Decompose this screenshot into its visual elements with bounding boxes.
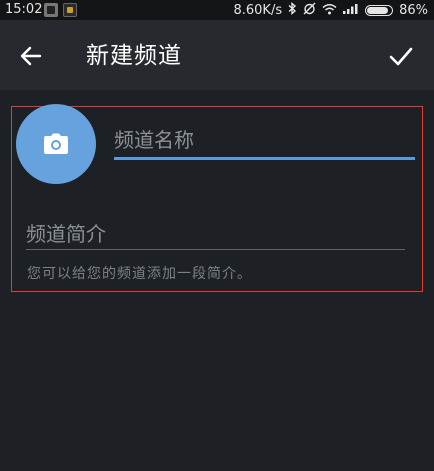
camera-icon [44,133,68,154]
battery-fill [367,6,389,14]
alarm-off-icon [303,2,316,18]
arrow-left-icon [20,46,42,66]
battery-percent: 86% [399,2,428,18]
channel-photo-button[interactable] [16,104,96,184]
channel-description-placeholder: 频道简介 [26,222,106,246]
status-indicators: 8.60K/s 86% [233,2,428,18]
signal-icon [343,3,359,17]
description-helper-text: 您可以给您的频道添加一段简介。 [27,266,252,282]
wifi-icon [322,3,337,18]
status-time: 15:02 [5,2,43,17]
channel-description-input[interactable]: 频道简介 [26,212,405,250]
network-speed: 8.60K/s [233,2,283,18]
notification-app-icon-2 [63,3,77,17]
app-bar: 新建频道 [0,20,434,90]
page-title: 新建频道 [86,43,182,69]
channel-name-input[interactable]: 频道名称 [114,118,415,160]
channel-name-placeholder: 频道名称 [114,128,194,152]
check-icon [389,47,413,66]
back-button[interactable] [14,39,48,73]
bluetooth-icon [288,2,297,18]
status-bar: 15:02 8.60K/s 86% [0,0,434,20]
notification-app-icon [44,3,58,17]
done-button[interactable] [384,39,418,73]
battery-icon [365,4,394,16]
